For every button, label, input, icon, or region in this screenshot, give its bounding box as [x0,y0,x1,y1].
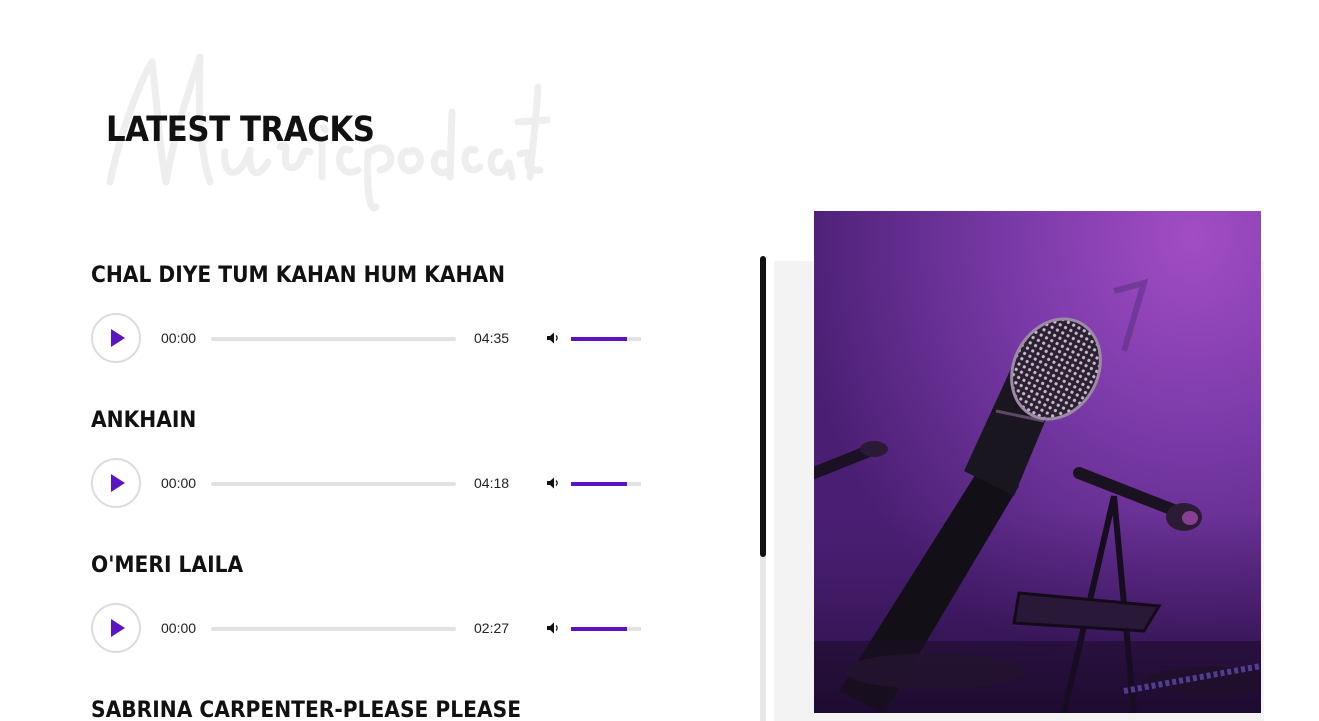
volume-icon[interactable] [546,331,560,345]
volume-slider[interactable] [571,627,641,631]
current-time: 00:00 [161,475,197,491]
track-item: ANKHAIN 00:00 04:18 [91,408,651,510]
volume-icon[interactable] [546,621,560,635]
volume-fill [571,337,627,341]
duration: 04:35 [474,330,510,346]
duration: 02:27 [474,620,510,636]
volume-slider[interactable] [571,337,641,341]
track-item: SABRINA CARPENTER-PLEASE PLEASE [91,698,651,721]
audio-player: 00:00 04:35 [91,313,651,365]
volume-icon[interactable] [546,476,560,490]
play-button[interactable] [91,603,141,653]
play-icon [111,619,125,637]
duration: 04:18 [474,475,510,491]
current-time: 00:00 [161,620,197,636]
audio-player: 00:00 02:27 [91,603,651,655]
volume-fill [571,482,627,486]
current-time: 00:00 [161,330,197,346]
track-title: CHAL DIYE TUM KAHAN HUM KAHAN [91,263,506,288]
track-title: ANKHAIN [91,408,197,433]
music-page: LATEST TRACKS CHAL DIYE TUM KAHAN HUM KA… [0,0,1319,721]
track-item: CHAL DIYE TUM KAHAN HUM KAHAN 00:00 04:3… [91,263,651,365]
play-button[interactable] [91,458,141,508]
track-title: O'MERI LAILA [91,553,244,578]
volume-slider[interactable] [571,482,641,486]
track-title: SABRINA CARPENTER-PLEASE PLEASE [91,698,522,721]
scrollbar-thumb[interactable] [760,256,766,557]
progress-bar[interactable] [211,627,456,631]
audio-player: 00:00 04:18 [91,458,651,510]
microphone-illustration [814,211,1261,713]
track-item: O'MERI LAILA 00:00 02:27 [91,553,651,655]
play-button[interactable] [91,313,141,363]
scrollbar[interactable] [760,256,766,721]
progress-bar[interactable] [211,482,456,486]
play-icon [111,474,125,492]
volume-fill [571,627,627,631]
section-title: LATEST TRACKS [106,110,375,150]
microphone-photo [814,211,1261,713]
progress-bar[interactable] [211,337,456,341]
play-icon [111,329,125,347]
